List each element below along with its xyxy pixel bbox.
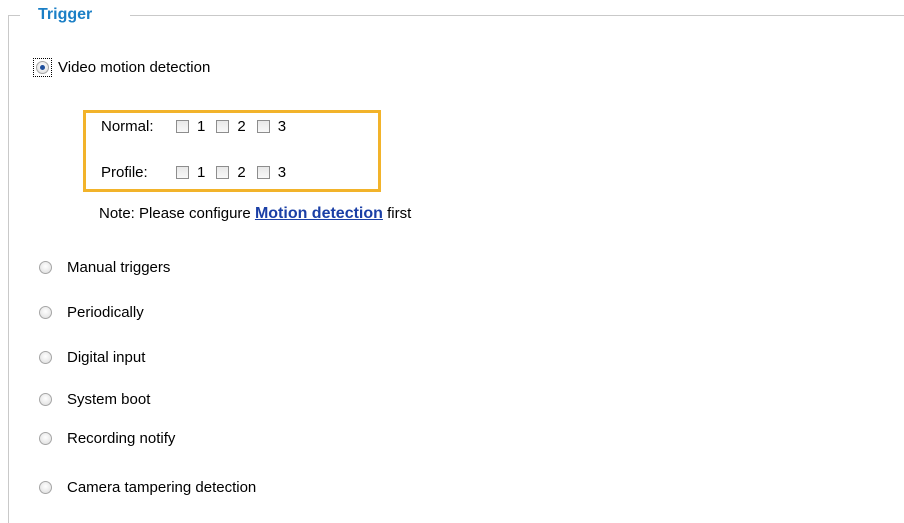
manual-triggers-label: Manual triggers: [67, 259, 171, 276]
periodically-label: Periodically: [67, 304, 144, 321]
option-periodically[interactable]: Periodically: [39, 304, 144, 321]
profile-window-2-checkbox[interactable]: [216, 166, 230, 179]
recording-notify-radio[interactable]: [39, 432, 52, 445]
normal-windows-row: Normal: 1 2 3: [101, 118, 297, 135]
digital-input-radio[interactable]: [39, 351, 52, 364]
radio-focus-outline: [33, 58, 52, 77]
normal-window-2-label: 2: [237, 118, 246, 135]
profile-windows-row: Profile: 1 2 3: [101, 164, 297, 181]
profile-window-3-checkbox[interactable]: [256, 166, 270, 179]
fieldset-border-top-right: [130, 15, 904, 16]
periodically-radio[interactable]: [39, 306, 52, 319]
note-prefix: Note: Please configure: [99, 205, 251, 222]
motion-detection-link[interactable]: Motion detection: [255, 205, 383, 222]
digital-input-label: Digital input: [67, 349, 146, 366]
normal-window-1-checkbox[interactable]: [176, 120, 189, 133]
fieldset-border-left: [8, 15, 9, 523]
option-digital-input[interactable]: Digital input: [39, 349, 145, 366]
video-motion-label: Video motion detection: [58, 59, 211, 76]
option-manual-triggers[interactable]: Manual triggers: [39, 259, 170, 276]
motion-detection-note: Note: Please configure Motion detection …: [99, 205, 411, 223]
manual-triggers-radio[interactable]: [39, 261, 52, 274]
normal-label: Normal:: [101, 118, 154, 135]
option-video-motion-detection[interactable]: Video motion detection: [33, 58, 210, 77]
note-suffix: first: [387, 205, 412, 222]
option-system-boot[interactable]: System boot: [39, 391, 150, 408]
profile-window-1-checkbox[interactable]: [176, 166, 189, 179]
normal-window-2-checkbox[interactable]: [216, 120, 230, 133]
normal-window-3-label: 3: [277, 118, 287, 135]
fieldset-legend: Trigger: [36, 6, 95, 24]
normal-window-1-label: 1: [197, 118, 206, 135]
profile-window-3-label: 3: [277, 164, 287, 181]
option-camera-tampering-detection[interactable]: Camera tampering detection: [39, 479, 256, 496]
camera-tampering-radio[interactable]: [39, 481, 52, 494]
profile-label: Profile:: [101, 164, 148, 181]
profile-window-1-label: 1: [197, 164, 206, 181]
video-motion-radio[interactable]: [36, 61, 49, 74]
camera-tampering-label: Camera tampering detection: [67, 479, 257, 496]
fieldset-border-top-left: [8, 15, 20, 16]
normal-window-3-checkbox[interactable]: [256, 120, 270, 133]
system-boot-radio[interactable]: [39, 393, 52, 406]
option-recording-notify[interactable]: Recording notify: [39, 430, 175, 447]
system-boot-label: System boot: [67, 391, 151, 408]
profile-window-2-label: 2: [237, 164, 246, 181]
recording-notify-label: Recording notify: [67, 430, 176, 447]
